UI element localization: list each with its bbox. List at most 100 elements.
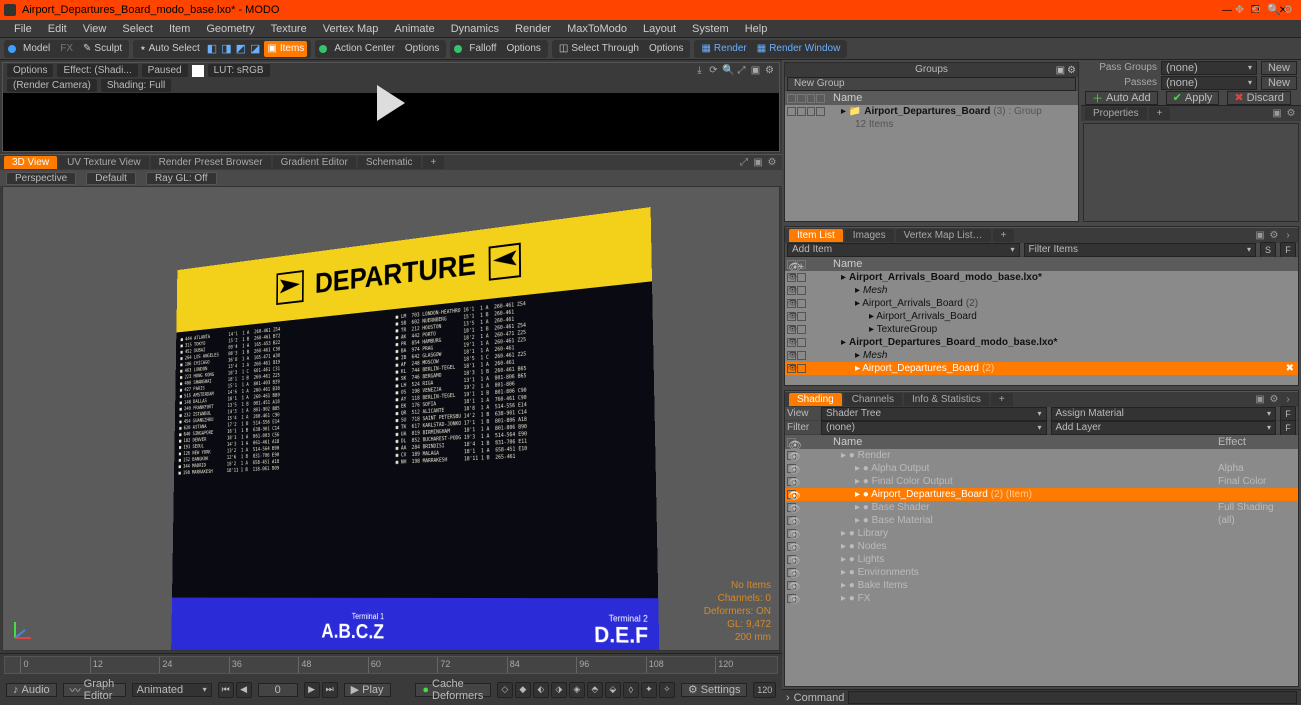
animated-dropdown[interactable]: Animated <box>132 683 212 697</box>
key9-button[interactable]: ✦ <box>641 682 657 698</box>
vp-expand-icon[interactable]: ⤢ <box>738 157 750 169</box>
model-mode-button[interactable]: Model <box>20 41 53 57</box>
shading-row[interactable]: 👁▸ ● Nodes <box>785 540 1298 553</box>
menu-item[interactable]: Item <box>161 21 198 37</box>
itemlist-row[interactable]: 👁▸ Airport_Departures_Board (2)✖ <box>785 362 1298 375</box>
itemlist-arrow-icon[interactable]: › <box>1282 230 1294 242</box>
group-row[interactable]: ▸ 📁 Airport_Departures_Board (3) : Group <box>827 106 1078 117</box>
tab-itemlist[interactable]: Item List <box>789 229 843 242</box>
key6-button[interactable]: ⬘ <box>587 682 603 698</box>
itemlist-max-icon[interactable]: ▣ <box>1254 230 1266 242</box>
vp-move-icon[interactable]: ✥ <box>1235 3 1247 15</box>
fx-button[interactable]: FX <box>57 41 76 57</box>
selectthrough-button[interactable]: ◫Select Through <box>556 41 642 57</box>
preview-max-icon[interactable]: ▣ <box>750 65 761 76</box>
play-icon[interactable] <box>377 85 405 121</box>
shading-row[interactable]: 👁▸ ● Render <box>785 449 1298 462</box>
passes-dropdown[interactable]: (none) <box>1161 76 1257 90</box>
itemlist-row[interactable]: 👁▸ Airport_Arrivals_Board <box>785 310 1298 323</box>
raygl-dropdown[interactable]: Ray GL: Off <box>146 172 217 185</box>
itemlist-f-button[interactable]: F <box>1280 242 1296 258</box>
itemlist-row[interactable]: 👁▸ Mesh <box>785 349 1298 362</box>
shading-row[interactable]: 👁▸ ● FX <box>785 592 1298 605</box>
preview-gear-icon[interactable]: ⚙ <box>764 65 775 76</box>
command-input[interactable] <box>848 691 1297 704</box>
filteritems-field[interactable]: Filter Items <box>1024 243 1257 257</box>
tab-properties[interactable]: Properties <box>1085 107 1147 120</box>
menu-edit[interactable]: Edit <box>40 21 75 37</box>
preview-save-icon[interactable]: ⤓ <box>694 65 705 76</box>
vp-gear-icon[interactable]: ⚙ <box>766 157 778 169</box>
itemlist-gear-icon[interactable]: ⚙ <box>1268 230 1280 242</box>
key3-button[interactable]: ⬖ <box>533 682 549 698</box>
itemlist-row[interactable]: 👁▸ Airport_Departures_Board_modo_base.lx… <box>785 336 1298 349</box>
menu-vertexmap[interactable]: Vertex Map <box>315 21 387 37</box>
items-button[interactable]: ▣Items <box>264 41 307 57</box>
render-preview-pane[interactable]: Options Effect: (Shadi... Paused LUT: sR… <box>2 62 780 152</box>
key8-button[interactable]: ◊ <box>623 682 639 698</box>
autoadd-button[interactable]: ＋Auto Add <box>1085 91 1158 105</box>
cube1-icon[interactable]: ◧ <box>207 42 217 55</box>
shading-row[interactable]: 👁▸ ● Final Color OutputFinal Color <box>785 475 1298 488</box>
key4-button[interactable]: ⬗ <box>551 682 567 698</box>
tab-add[interactable]: + <box>423 156 445 169</box>
menu-layout[interactable]: Layout <box>635 21 684 37</box>
play-button[interactable]: ▶Play <box>344 683 391 697</box>
preview-lut[interactable]: LUT: sRGB <box>208 64 270 77</box>
step-fwd-button[interactable]: ▶ <box>304 682 320 698</box>
menu-geometry[interactable]: Geometry <box>198 21 262 37</box>
eye-col-icon[interactable]: 👁 <box>787 260 796 269</box>
3d-viewport[interactable]: DEPARTURE ■ 444 ATLANTA 14'1 1 A 260-461… <box>2 186 780 651</box>
menu-system[interactable]: System <box>684 21 737 37</box>
apply-button[interactable]: ✔Apply <box>1166 91 1220 105</box>
close-icon[interactable]: ✖ <box>1286 363 1294 374</box>
menu-select[interactable]: Select <box>114 21 161 37</box>
swatch-icon[interactable] <box>192 65 204 77</box>
shading-row[interactable]: 👁▸ ● Library <box>785 527 1298 540</box>
preview-refresh-icon[interactable]: ⟳ <box>708 65 719 76</box>
tab-shading-add[interactable]: + <box>991 393 1013 406</box>
shading-arrow-icon[interactable]: › <box>1282 394 1294 406</box>
menu-help[interactable]: Help <box>737 21 776 37</box>
shading-row[interactable]: 👁▸ ● Base ShaderFull Shading <box>785 501 1298 514</box>
preview-camera[interactable]: (Render Camera) <box>7 79 97 92</box>
menu-view[interactable]: View <box>75 21 115 37</box>
cube2-icon[interactable]: ◨ <box>221 42 231 55</box>
tab-renderpreset[interactable]: Render Preset Browser <box>151 156 271 169</box>
key5-button[interactable]: ◈ <box>569 682 585 698</box>
itemlist-row[interactable]: 👁▸ Mesh <box>785 284 1298 297</box>
shading-name-header[interactable]: Name <box>827 436 1218 448</box>
itemlist-s-button[interactable]: S <box>1260 242 1276 258</box>
menu-file[interactable]: File <box>6 21 40 37</box>
prop-gear-icon[interactable]: ⚙ <box>1285 108 1297 120</box>
vp-zoom-icon[interactable]: 🔍 <box>1267 3 1279 15</box>
render-button[interactable]: ▦Render <box>698 41 749 57</box>
goto-end-button[interactable]: ⏭ <box>322 682 338 698</box>
shading-row[interactable]: 👁▸ ● Environments <box>785 566 1298 579</box>
shading-row[interactable]: 👁▸ ● Lights <box>785 553 1298 566</box>
addlayer-dropdown[interactable]: Add Layer <box>1051 421 1277 435</box>
shading-row[interactable]: 👁▸ ● Alpha OutputAlpha <box>785 462 1298 475</box>
passgroups-dropdown[interactable]: (none) <box>1161 61 1257 75</box>
menu-render[interactable]: Render <box>507 21 559 37</box>
tab-itemlist-add[interactable]: + <box>993 229 1015 242</box>
preview-zoom-icon[interactable]: 🔍 <box>722 65 733 76</box>
menu-dynamics[interactable]: Dynamics <box>443 21 507 37</box>
groups-name-header[interactable]: Name <box>827 92 1078 104</box>
shading-row[interactable]: 👁▸ ● Base Material(all) <box>785 514 1298 527</box>
step-back-button[interactable]: ◀ <box>236 682 252 698</box>
shadertree-dropdown[interactable]: Shader Tree <box>821 407 1047 421</box>
tab-channels[interactable]: Channels <box>844 393 902 406</box>
tab-schematic[interactable]: Schematic <box>358 156 421 169</box>
tab-infostats[interactable]: Info & Statistics <box>904 393 989 406</box>
tab-gradient[interactable]: Gradient Editor <box>273 156 356 169</box>
groups-gear-icon[interactable]: ⚙ <box>1067 64 1076 78</box>
filter-dropdown[interactable]: (none) <box>821 421 1047 435</box>
key2-button[interactable]: ◆ <box>515 682 531 698</box>
options2-button[interactable]: Options <box>503 41 543 57</box>
perspective-dropdown[interactable]: Perspective <box>6 172 76 185</box>
tab-shading[interactable]: Shading <box>789 393 842 406</box>
preview-expand-icon[interactable]: ⤢ <box>736 65 747 76</box>
vp-gear2-icon[interactable]: ⚙ <box>1283 3 1295 15</box>
renderwindow-button[interactable]: ▦Render Window <box>754 41 844 57</box>
